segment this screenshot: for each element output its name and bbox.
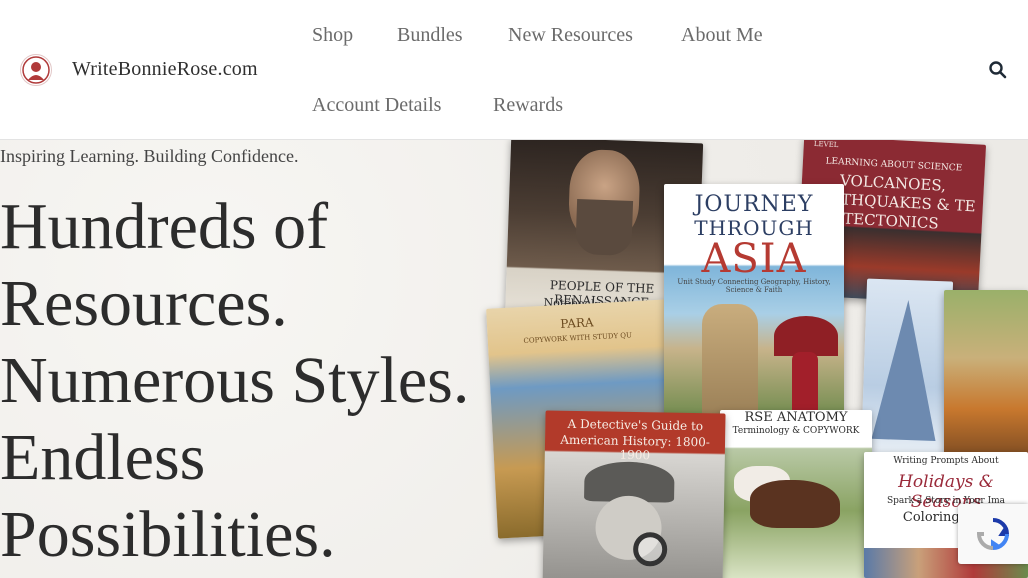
headline-line: Hundreds of (0, 190, 329, 263)
headline-line: Resources. (0, 267, 288, 340)
red-umbrella-image (774, 316, 838, 356)
cover-title-line: JOURNEY (694, 192, 814, 217)
recaptcha-icon (976, 518, 1010, 551)
rose-portrait-logo-icon[interactable] (20, 54, 52, 86)
nav-item-rewards[interactable]: Rewards (493, 94, 563, 117)
recaptcha-badge[interactable] (958, 504, 1028, 564)
hero-headline: Hundreds of Resources. Numerous Styles. … (0, 188, 469, 573)
search-icon[interactable] (988, 60, 1008, 80)
cover-title: RSE ANATOMY (744, 410, 848, 425)
cover-autumn-scene (944, 290, 1028, 460)
brown-horse-image (750, 480, 840, 528)
nav-item-shop[interactable]: Shop (312, 24, 353, 47)
snowy-tree-image (871, 298, 941, 442)
cover-detectives-guide: A Detective's Guide to American History:… (542, 410, 726, 578)
cover-winter-tree (860, 278, 954, 460)
magnifying-glass-icon (632, 531, 668, 567)
nav-item-bundles[interactable]: Bundles (397, 24, 463, 47)
cover-journey-through-asia: JOURNEY THROUGH ASIA Unit Study Connecti… (664, 184, 844, 420)
portrait-beard (575, 199, 634, 256)
hero-tagline: Inspiring Learning. Building Confidence. (0, 146, 299, 166)
cover-title-line: ASIA (701, 236, 807, 282)
hero-section: Inspiring Learning. Building Confidence.… (0, 140, 1028, 578)
site-name-link[interactable]: WriteBonnieRose.com (72, 58, 258, 81)
headline-line: Possibilities. (0, 498, 336, 571)
cover-horse-anatomy: RSE ANATOMY Terminology & COPYWORK (720, 410, 872, 578)
cathedral-image (702, 304, 758, 414)
headline-line: Endless (0, 421, 206, 494)
cover-subtitle: Terminology & COPYWORK (732, 426, 860, 436)
cover-subtitle: Unit Study Connecting Geography, History… (677, 278, 831, 294)
headline-line: Numerous Styles. (0, 344, 470, 417)
site-header: WriteBonnieRose.com Shop Bundles New Res… (0, 0, 1028, 140)
cover-level-label: LEVEL (813, 140, 839, 150)
nav-item-about-me[interactable]: About Me (681, 24, 763, 47)
cover-title-line: American History: 1800-1900 (560, 432, 710, 463)
cover-title-line: A Detective's Guide to (567, 416, 704, 434)
nav-item-account-details[interactable]: Account Details (312, 94, 441, 117)
nav-item-new-resources[interactable]: New Resources (508, 24, 633, 47)
cover-kicker: Writing Prompts About (893, 456, 999, 466)
